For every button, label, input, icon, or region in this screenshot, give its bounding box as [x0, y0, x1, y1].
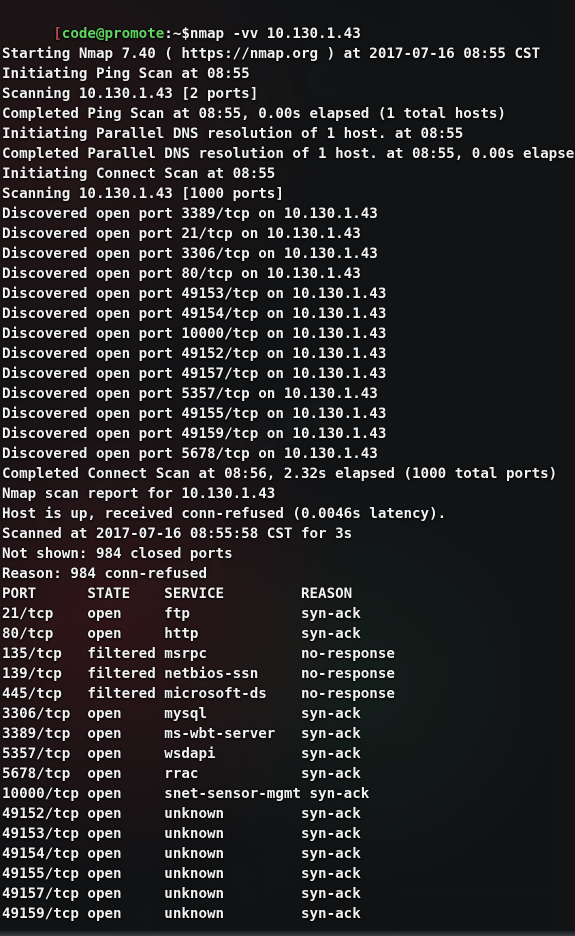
scan-log-line: Discovered open port 49155/tcp on 10.130… — [2, 406, 387, 422]
port-table-row: 5678/tcp open rrac syn-ack — [2, 766, 361, 782]
scan-log-line: Discovered open port 21/tcp on 10.130.1.… — [2, 226, 361, 242]
port-table-row: 49155/tcp open unknown syn-ack — [2, 866, 361, 882]
scan-log-line: Not shown: 984 closed ports — [2, 546, 233, 562]
scan-log-line: Discovered open port 49157/tcp on 10.130… — [2, 366, 387, 382]
prompt-line: [code@promote:~$nmap -vv 10.130.1.43 — [2, 4, 575, 42]
scan-log-line: Initiating Connect Scan at 08:55 — [2, 166, 276, 182]
scan-log-line: Discovered open port 80/tcp on 10.130.1.… — [2, 266, 361, 282]
nmap-output-lines: Starting Nmap 7.40 ( https://nmap.org ) … — [2, 24, 575, 936]
port-table-row: 49152/tcp open unknown syn-ack — [2, 806, 361, 822]
scan-log-line: Completed Connect Scan at 08:56, 2.32s e… — [2, 466, 558, 482]
scan-log-line: Initiating Parallel DNS resolution of 1 … — [2, 126, 464, 142]
port-table-header: PORT STATE SERVICE REASON — [2, 586, 353, 602]
scan-log-line: Scanning 10.130.1.43 [1000 ports] — [2, 186, 284, 202]
scan-log-line: Initiating Ping Scan at 08:55 — [2, 66, 250, 82]
port-table-row: 49157/tcp open unknown syn-ack — [2, 886, 361, 902]
scan-log-line: Discovered open port 49153/tcp on 10.130… — [2, 286, 387, 302]
scan-log-line: Reason: 984 conn-refused — [2, 566, 207, 582]
scan-log-line: Discovered open port 49152/tcp on 10.130… — [2, 346, 387, 362]
scan-log-line: Discovered open port 3389/tcp on 10.130.… — [2, 206, 378, 222]
port-table-row: 445/tcp filtered microsoft-ds no-respons… — [2, 686, 395, 702]
scan-log-line: Completed Ping Scan at 08:55, 0.00s elap… — [2, 106, 506, 122]
prompt-user-host: code@promote — [61, 26, 165, 42]
port-table-row: 49159/tcp open unknown syn-ack — [2, 906, 361, 922]
scan-log-line: Discovered open port 3306/tcp on 10.130.… — [2, 246, 378, 262]
scan-log-line: Starting Nmap 7.40 ( https://nmap.org ) … — [2, 46, 541, 62]
prompt-separator: :~$ — [164, 26, 190, 42]
scan-log-line: Scanned at 2017-07-16 08:55:58 CST for 3… — [2, 526, 353, 542]
port-table-row: 139/tcp filtered netbios-ssn no-response — [2, 666, 395, 682]
port-table-row: 49154/tcp open unknown syn-ack — [2, 846, 361, 862]
scan-log-line: Discovered open port 5357/tcp on 10.130.… — [2, 386, 378, 402]
port-table-row: 3306/tcp open mysql syn-ack — [2, 706, 361, 722]
port-table-row: 49153/tcp open unknown syn-ack — [2, 826, 361, 842]
scan-log-line: Discovered open port 5678/tcp on 10.130.… — [2, 446, 378, 462]
scan-log-line: Nmap scan report for 10.130.1.43 — [2, 486, 276, 502]
scan-log-line: Scanning 10.130.1.43 [2 ports] — [2, 86, 259, 102]
port-table-row: 3389/tcp open ms-wbt-server syn-ack — [2, 726, 361, 742]
port-table-row: 10000/tcp open snet-sensor-mgmt syn-ack — [2, 786, 370, 802]
terminal-output-area[interactable]: [code@promote:~$nmap -vv 10.130.1.43 Sta… — [0, 0, 575, 936]
port-table-row: 80/tcp open http syn-ack — [2, 626, 361, 642]
scan-log-line: Discovered open port 10000/tcp on 10.130… — [2, 326, 387, 342]
terminal-window[interactable]: php $ ' conort ' ile(file" hrefgback" _g… — [0, 0, 575, 936]
scan-log-line: Discovered open port 49154/tcp on 10.130… — [2, 306, 387, 322]
scan-log-line: Discovered open port 49159/tcp on 10.130… — [2, 426, 387, 442]
port-table-row: 135/tcp filtered msrpc no-response — [2, 646, 395, 662]
scan-log-line: Completed Parallel DNS resolution of 1 h… — [2, 146, 575, 162]
scan-log-line: Host is up, received conn-refused (0.004… — [2, 506, 447, 522]
port-table-row: 21/tcp open ftp syn-ack — [2, 606, 361, 622]
prompt-command: nmap -vv 10.130.1.43 — [189, 26, 361, 42]
prompt-open-bracket: [ — [53, 26, 62, 42]
port-table-row: 5357/tcp open wsdapi syn-ack — [2, 746, 361, 762]
